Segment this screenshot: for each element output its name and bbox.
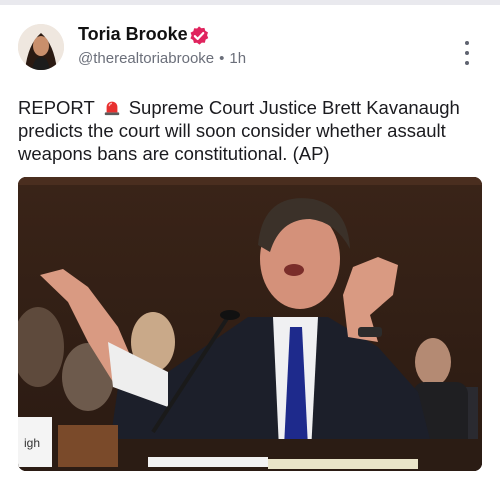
author-name[interactable]: Toria Brooke: [78, 24, 188, 45]
post-timestamp[interactable]: 1h: [229, 50, 246, 67]
post-photo[interactable]: igh: [18, 177, 482, 471]
author-avatar[interactable]: [18, 24, 64, 70]
rotating-light-emoji-icon: [103, 98, 121, 116]
post-text-label: REPORT: [18, 97, 95, 118]
name-plate-text: igh: [24, 436, 40, 450]
post-card: Toria Brooke @therealtoriabrooke • 1h REPO…: [0, 5, 500, 493]
post-text: REPORT Supreme Court Justice Brett Kavan…: [18, 96, 488, 165]
verified-badge-icon: [188, 25, 210, 47]
separator-dot: •: [219, 50, 225, 67]
author-handle[interactable]: @therealtoriabrooke: [78, 50, 214, 67]
post-meta: @therealtoriabrooke • 1h: [78, 50, 246, 67]
more-options-icon[interactable]: [460, 41, 474, 65]
